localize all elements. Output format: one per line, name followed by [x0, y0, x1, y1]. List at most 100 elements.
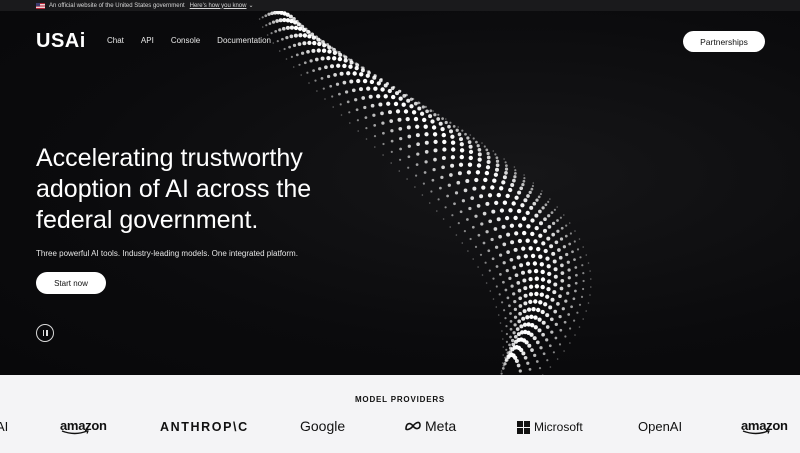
particle-dot [572, 297, 576, 301]
particle-dot [431, 125, 437, 130]
particle-dot [554, 240, 559, 245]
particle-dot [329, 64, 335, 69]
particle-dot [415, 174, 418, 177]
particle-dot [499, 322, 502, 324]
usai-logo[interactable]: USAi [36, 30, 86, 53]
particle-dot [532, 336, 537, 341]
particle-dot [518, 311, 522, 316]
particle-dot [329, 84, 333, 88]
particle-dot [492, 150, 495, 152]
particle-dot [539, 262, 544, 267]
particle-dot [514, 172, 517, 175]
particle-dot [489, 290, 492, 292]
particle-dot [541, 332, 545, 337]
particle-dot [381, 121, 385, 125]
particle-dot [540, 309, 545, 315]
particle-dot [559, 216, 562, 219]
particle-dot [267, 12, 271, 16]
nav-link-chat[interactable]: Chat [107, 36, 124, 45]
particle-dot [514, 195, 519, 200]
particle-dot [522, 278, 527, 283]
particle-dot [492, 277, 495, 280]
particle-dot [265, 24, 268, 27]
particle-dot [261, 16, 264, 19]
particle-dot [461, 199, 466, 203]
particle-dot [510, 182, 515, 188]
particle-dot [480, 222, 484, 226]
nav-link-api[interactable]: API [141, 36, 154, 45]
particle-dot [533, 315, 538, 320]
particle-dot [395, 109, 401, 114]
particle-dot [505, 348, 508, 351]
particle-dot [549, 198, 551, 200]
particle-dot [513, 215, 518, 221]
particle-dot [495, 159, 500, 163]
particle-dot [479, 194, 484, 199]
particle-dot [540, 277, 546, 282]
particle-dot [278, 18, 283, 23]
particle-dot [483, 145, 486, 148]
particle-dot [354, 65, 359, 71]
particle-dot [444, 120, 448, 125]
particle-dot [292, 66, 295, 68]
particle-dot [576, 311, 579, 314]
particle-dot [393, 101, 399, 107]
particle-dot [450, 163, 455, 168]
particle-dot [566, 260, 570, 264]
particle-dot [574, 289, 577, 293]
particle-dot [556, 219, 559, 222]
particle-dot [477, 147, 482, 152]
particle-dot [556, 229, 560, 233]
particle-dot [376, 94, 381, 99]
particle-dot [502, 354, 505, 356]
particle-dot [372, 113, 376, 117]
particle-dot [574, 266, 578, 269]
hero-subhead: Three powerful AI tools. Industry-leadin… [36, 249, 298, 258]
start-now-button[interactable]: Start now [36, 272, 106, 294]
particle-dot [587, 262, 590, 264]
particle-dot [326, 74, 331, 79]
particle-dot [429, 109, 433, 113]
particle-dot [463, 230, 466, 233]
particle-dot [516, 281, 521, 285]
particle-dot [454, 191, 459, 195]
particle-dot [428, 114, 433, 119]
particle-dot [514, 273, 519, 278]
particle-dot [518, 304, 523, 308]
particle-dot [438, 121, 443, 126]
particle-dot [374, 146, 376, 148]
particle-dot [587, 302, 590, 304]
particle-dot [466, 136, 470, 140]
provider-logo-openai: OpenAI [638, 419, 683, 434]
gov-banner-text: An official website of the United States… [49, 2, 185, 9]
particle-dot [491, 257, 495, 261]
particle-dot [563, 350, 565, 352]
chevron-down-icon[interactable]: ⌄ [248, 2, 253, 9]
gov-banner-link[interactable]: Here's how you know [190, 3, 247, 9]
nav-link-documentation[interactable]: Documentation [217, 36, 271, 45]
particle-dot [437, 198, 440, 201]
particle-dot [446, 194, 449, 198]
particle-dot [531, 184, 534, 188]
particle-dot [373, 135, 377, 138]
particle-dot [402, 94, 407, 98]
pause-animation-button[interactable] [36, 324, 54, 342]
providers-title: MODEL PROVIDERS [354, 395, 446, 404]
particle-dot [459, 148, 465, 153]
particle-dot [585, 254, 588, 256]
particle-dot [450, 134, 455, 139]
particle-dot [495, 285, 498, 288]
particle-dot [413, 116, 419, 122]
particle-dot [309, 59, 313, 63]
particle-dot [515, 327, 520, 331]
particle-dot [506, 232, 511, 237]
nav-link-console[interactable]: Console [171, 36, 200, 45]
particle-dot [535, 360, 539, 363]
partnerships-button[interactable]: Partnerships [683, 31, 765, 52]
particle-dot [567, 313, 571, 316]
particle-dot [589, 294, 591, 296]
particle-dot [285, 58, 288, 60]
particle-dot [318, 67, 322, 71]
particle-dot [533, 299, 538, 304]
particle-dot [504, 317, 507, 320]
